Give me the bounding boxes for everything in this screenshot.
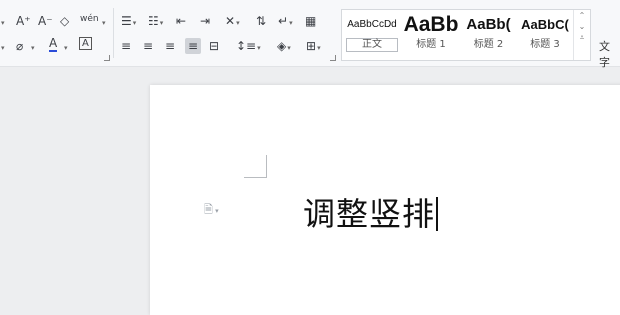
- document-text[interactable]: 调整竖排: [303, 189, 438, 235]
- ribbon-toolbar: ▾ A⁺ A⁻ ◇ wén ▾ ▾ ⌀ ▾ A ▾ A ☰▾ ☷▾ ⇤ ⇥ ✕▾…: [0, 0, 620, 70]
- character-border-icon[interactable]: A: [79, 37, 92, 50]
- justify-icon[interactable]: ≡: [185, 38, 202, 54]
- style-heading-3[interactable]: AaBbC( 标题 3: [517, 10, 573, 60]
- chinese-layout-icon[interactable]: ✕▾: [225, 14, 240, 30]
- numbering-icon[interactable]: ☷▾: [148, 14, 163, 30]
- borders-icon[interactable]: ⊞▾: [306, 39, 321, 55]
- table-insert-icon[interactable]: ▦: [305, 14, 316, 28]
- paragraph-layout-icon[interactable]: 🗎 ▾: [204, 201, 219, 220]
- phonetic-dropdown-icon[interactable]: ▾: [101, 14, 106, 30]
- styles-scroll[interactable]: ⌃ ⌄ ⩡: [573, 10, 590, 60]
- more-styles-icon[interactable]: ⩡: [580, 33, 585, 42]
- align-right-icon[interactable]: ≡: [165, 39, 175, 53]
- align-center-icon[interactable]: ≡: [143, 39, 153, 53]
- style-preview: AaBbCcDd: [347, 19, 397, 30]
- highlight-color-icon[interactable]: ⌀: [16, 39, 23, 53]
- line-spacing-icon[interactable]: ↕≡▾: [236, 39, 261, 55]
- shrink-font-icon[interactable]: A⁻: [38, 14, 53, 28]
- document-page[interactable]: 🗎 ▾ 调整竖排: [150, 85, 620, 315]
- style-heading-2[interactable]: AaBb( 标题 2: [460, 10, 517, 60]
- align-left-icon[interactable]: ≡: [121, 39, 131, 53]
- font-settings-expand-icon[interactable]: [104, 55, 110, 61]
- style-normal[interactable]: AaBbCcDd 正文: [342, 10, 402, 60]
- margin-corner-mark: [244, 155, 267, 178]
- phonetic-guide-icon[interactable]: wén: [80, 12, 99, 26]
- style-name: 标题 1: [416, 39, 446, 50]
- text-effect-dropdown-icon[interactable]: ▾: [0, 39, 5, 55]
- highlight-dropdown-icon[interactable]: ▾: [30, 39, 35, 55]
- scroll-down-icon[interactable]: ⌄: [579, 22, 586, 31]
- bullets-icon[interactable]: ☰▾: [121, 14, 136, 30]
- clear-format-icon[interactable]: ◇: [60, 14, 69, 28]
- shading-icon[interactable]: ◈▾: [277, 39, 291, 55]
- style-name: 标题 2: [473, 39, 504, 50]
- distributed-align-icon[interactable]: ⊟: [209, 39, 219, 53]
- grow-font-icon[interactable]: A⁺: [16, 14, 31, 28]
- style-preview: AaBbC(: [521, 17, 569, 32]
- styles-gallery: AaBbCcDd 正文 AaBb 标题 1 AaBb( 标题 2 AaBbC( …: [341, 9, 591, 61]
- decrease-indent-icon[interactable]: ⇤: [176, 14, 186, 28]
- separator: [113, 8, 114, 58]
- font-size-dropdown-icon[interactable]: ▾: [0, 14, 5, 30]
- style-name: 正文: [346, 38, 398, 52]
- sort-icon[interactable]: ⇅: [256, 14, 266, 28]
- text-cursor: [436, 197, 438, 231]
- text-content: 调整竖排: [303, 195, 436, 233]
- style-preview: AaBb: [403, 13, 459, 36]
- increase-indent-icon[interactable]: ⇥: [200, 14, 210, 28]
- font-color-icon[interactable]: A: [49, 37, 58, 52]
- style-name: 标题 3: [530, 39, 560, 50]
- style-heading-1[interactable]: AaBb 标题 1: [402, 10, 460, 60]
- paragraph-settings-expand-icon[interactable]: [330, 55, 336, 61]
- text-tool-button[interactable]: 文字: [599, 38, 620, 70]
- style-preview: AaBb(: [466, 16, 511, 33]
- scroll-up-icon[interactable]: ⌃: [579, 11, 586, 20]
- show-marks-icon[interactable]: ↵▾: [278, 14, 293, 30]
- font-color-dropdown-icon[interactable]: ▾: [63, 39, 68, 55]
